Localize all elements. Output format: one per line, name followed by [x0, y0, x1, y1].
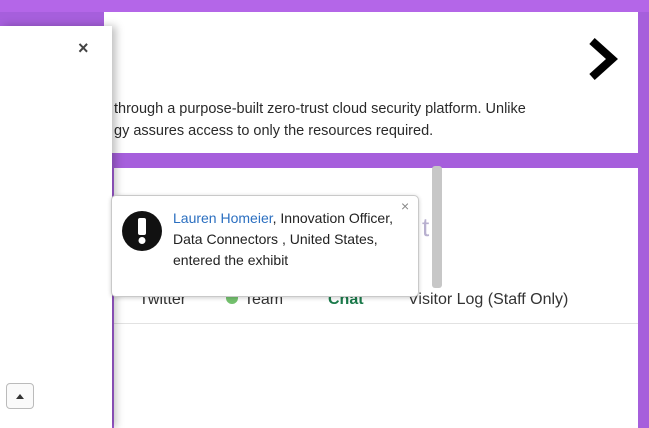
side-panel-close-button[interactable]: ×	[78, 38, 89, 59]
alert-icon	[122, 211, 162, 251]
faded-heading-fragment: t	[422, 212, 430, 242]
caret-up-icon	[16, 393, 24, 399]
top-purple-strip	[0, 0, 649, 12]
visitor-notification: Lauren Homeier, Innovation Officer, Data…	[111, 195, 419, 297]
notification-close-button[interactable]: ×	[401, 198, 409, 214]
tab-visitor-log[interactable]: Visitor Log (Staff Only)	[408, 291, 568, 309]
description-line-1: through a purpose-built zero-trust cloud…	[114, 101, 526, 117]
visitor-name-link[interactable]: Lauren Homeier	[173, 210, 273, 226]
side-panel: ×	[0, 26, 112, 428]
scrollbar-thumb[interactable]	[432, 166, 442, 288]
exhibit-description-card: through a purpose-built zero-trust cloud…	[104, 12, 638, 153]
exclamation-glyph	[138, 218, 146, 244]
chevron-right-icon	[589, 38, 618, 80]
description-text: through a purpose-built zero-trust cloud…	[114, 98, 634, 142]
scroll-up-button[interactable]	[6, 383, 34, 409]
notification-text: Lauren Homeier, Innovation Officer, Data…	[173, 208, 395, 271]
next-button[interactable]	[582, 34, 622, 84]
description-line-2: gy assures access to only the resources …	[114, 123, 434, 139]
